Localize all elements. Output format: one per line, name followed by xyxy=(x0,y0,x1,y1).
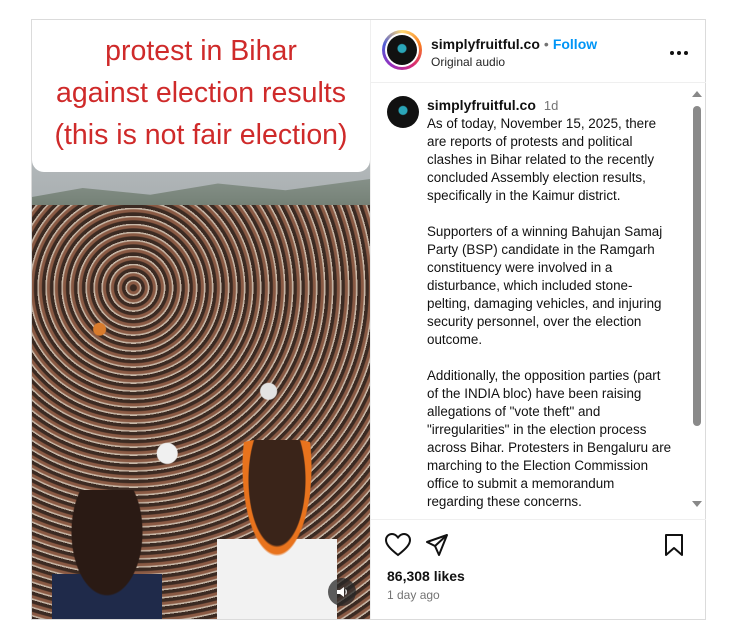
header-username[interactable]: simplyfruitful.co xyxy=(431,36,540,52)
comment-avatar[interactable] xyxy=(387,96,419,128)
post-sidebar: simplyfruitful.co • Follow Original audio … xyxy=(370,20,706,619)
audio-label[interactable]: Original audio xyxy=(431,55,505,69)
comment-user-line: simplyfruitful.co 1d xyxy=(427,97,558,113)
video-person-right xyxy=(217,440,337,619)
likes-count[interactable]: 86,308 likes xyxy=(387,568,465,584)
comment-time: 1d xyxy=(543,98,559,113)
speaker-icon[interactable] xyxy=(328,578,356,606)
more-horizontal-icon[interactable] xyxy=(669,40,689,61)
caption-comment: simplyfruitful.co 1d As of today, Novembe… xyxy=(371,83,706,519)
share-icon[interactable] xyxy=(425,533,449,557)
video-caption: protest in Bihar against election result… xyxy=(32,30,370,156)
post-date[interactable]: 1 day ago xyxy=(387,588,440,602)
post-actions: 86,308 likes 1 day ago xyxy=(371,519,706,620)
scroll-up-arrow-icon[interactable] xyxy=(691,89,703,99)
comment-username[interactable]: simplyfruitful.co xyxy=(427,97,536,113)
caption-line-3: (this is not fair election) xyxy=(54,119,348,151)
scrollbar[interactable] xyxy=(691,89,703,511)
bookmark-icon[interactable] xyxy=(664,533,684,557)
post-header: simplyfruitful.co • Follow Original audio xyxy=(371,20,706,83)
caption-line-1: protest in Bihar xyxy=(105,35,297,67)
video-person-left xyxy=(52,490,162,619)
post-video[interactable]: protest in Bihar against election result… xyxy=(32,20,370,619)
scrollbar-thumb[interactable] xyxy=(693,106,701,426)
avatar[interactable] xyxy=(382,30,422,70)
comment-body: As of today, November 15, 2025, there ar… xyxy=(427,116,672,509)
header-separator: • xyxy=(543,36,549,52)
post-card: protest in Bihar against election result… xyxy=(31,19,706,620)
heart-icon[interactable] xyxy=(385,533,411,557)
follow-button[interactable]: Follow xyxy=(553,36,597,52)
scroll-down-arrow-icon[interactable] xyxy=(691,499,703,509)
header-user-line: simplyfruitful.co • Follow xyxy=(431,36,597,52)
caption-line-2: against election results xyxy=(56,77,346,109)
